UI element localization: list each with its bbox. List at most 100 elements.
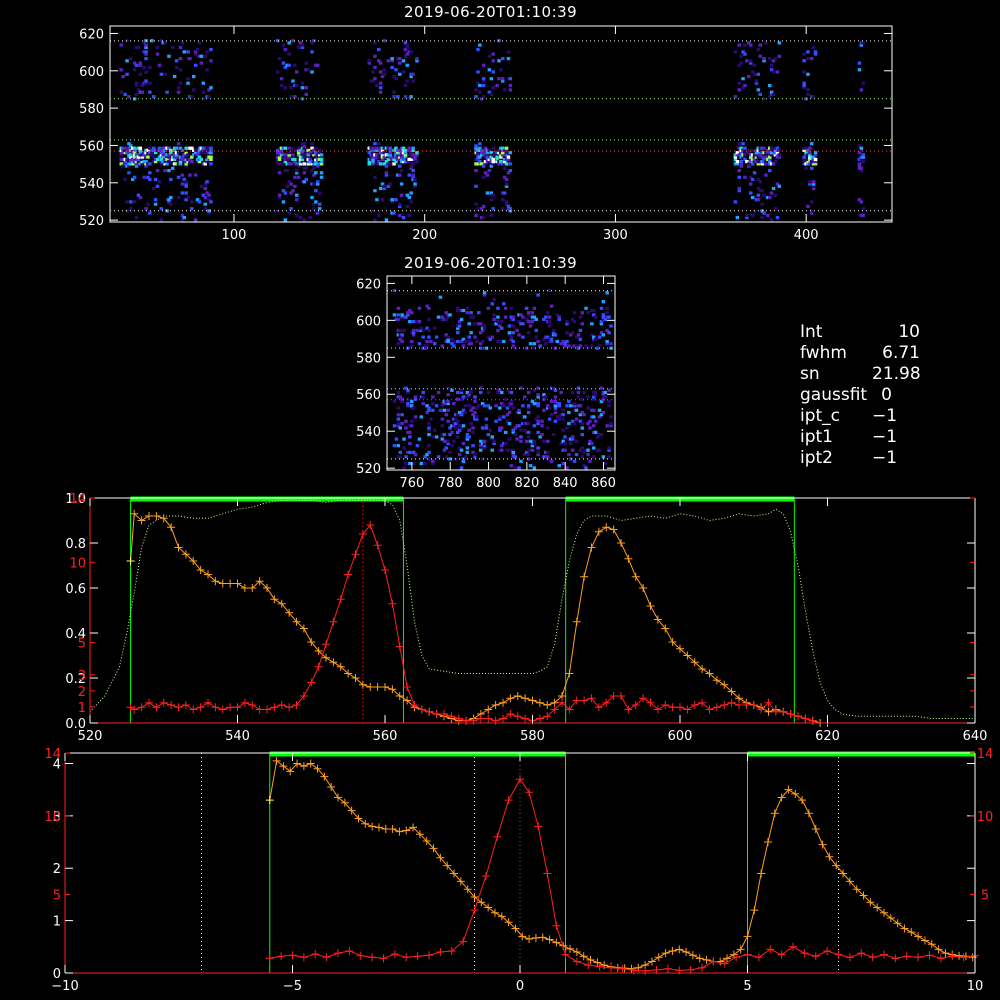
- red-data-point: [584, 961, 593, 970]
- orange-data-point: [299, 762, 308, 771]
- image-pixel: [607, 331, 611, 335]
- image-pixel: [771, 186, 776, 191]
- image-pixel: [167, 169, 171, 173]
- image-pixel: [167, 54, 171, 58]
- image-pixel: [508, 83, 513, 88]
- image-pixel: [396, 422, 401, 426]
- y2-tick-label: 1: [78, 701, 86, 716]
- image-pixel: [553, 395, 558, 399]
- image-pixel: [408, 441, 412, 446]
- image-pixel: [207, 193, 211, 197]
- image-pixel: [192, 88, 196, 92]
- image-pixel: [317, 191, 322, 195]
- red-data-point: [204, 698, 212, 707]
- x-tick-label: 560: [373, 729, 398, 744]
- image-pixel: [410, 424, 414, 428]
- image-pixel: [773, 193, 778, 197]
- image-pixel: [152, 95, 156, 99]
- image-pixel: [461, 308, 466, 313]
- image-pixel: [312, 207, 316, 211]
- info-key: ipt2: [800, 448, 833, 468]
- x-tick-label: 580: [520, 729, 545, 744]
- image-pixel: [446, 439, 450, 443]
- image-pixel: [547, 417, 552, 421]
- red-data-point: [617, 692, 625, 700]
- image-pixel: [503, 397, 508, 401]
- image-pixel: [580, 433, 584, 437]
- image-pixel: [768, 195, 772, 200]
- image-pixel: [188, 173, 192, 177]
- image-pixel: [524, 306, 529, 310]
- image-pixel: [433, 428, 437, 432]
- image-pixel: [409, 95, 413, 99]
- image-pixel: [762, 146, 766, 150]
- image-pixel: [373, 189, 377, 193]
- image-pixel: [423, 461, 427, 466]
- image-pixel: [148, 171, 152, 175]
- image-pixel: [777, 184, 782, 188]
- image-pixel: [530, 311, 535, 315]
- image-pixel: [508, 88, 513, 92]
- red-data-point: [470, 906, 479, 915]
- image-pixel: [401, 70, 406, 74]
- image-pixel: [811, 45, 816, 49]
- image-pixel: [507, 422, 512, 426]
- orange-data-point: [126, 557, 135, 565]
- zoom-spectral-image: [387, 276, 615, 470]
- image-pixel: [605, 339, 609, 344]
- image-pixel: [482, 324, 487, 328]
- image-pixel: [392, 444, 397, 448]
- image-pixel: [553, 333, 558, 337]
- image-pixel: [465, 306, 470, 310]
- image-pixel: [500, 320, 504, 324]
- orange-data-point: [226, 579, 235, 588]
- image-pixel: [287, 63, 291, 67]
- image-pixel: [605, 291, 609, 295]
- image-pixel: [277, 57, 282, 61]
- red-data-point: [469, 716, 478, 725]
- red-data-point: [265, 954, 274, 963]
- image-pixel: [519, 435, 523, 439]
- y2-tick-label-right: 14: [977, 747, 994, 762]
- image-pixel: [578, 315, 583, 319]
- image-pixel: [490, 448, 494, 452]
- orange-data-point: [586, 955, 595, 964]
- image-pixel: [291, 189, 295, 193]
- image-pixel: [396, 417, 401, 421]
- image-pixel: [377, 142, 381, 146]
- info-key: sn: [800, 364, 820, 384]
- red-data-point: [493, 832, 502, 841]
- image-pixel: [467, 335, 471, 339]
- image-pixel: [155, 169, 160, 173]
- image-pixel: [408, 435, 412, 439]
- image-pixel: [469, 342, 473, 346]
- x-tick-label: 600: [668, 729, 693, 744]
- image-pixel: [431, 395, 435, 399]
- image-pixel: [134, 216, 139, 220]
- image-pixel: [304, 61, 308, 65]
- image-pixel: [519, 459, 523, 463]
- red-data-point: [800, 949, 809, 958]
- image-pixel: [436, 455, 441, 459]
- red-data-point: [159, 698, 168, 707]
- image-pixel: [565, 466, 569, 470]
- image-pixel: [396, 390, 401, 395]
- image-pixel: [521, 404, 525, 408]
- image-pixel: [295, 198, 299, 202]
- image-pixel: [609, 324, 613, 328]
- image-pixel: [524, 439, 529, 443]
- image-pixel: [178, 57, 183, 61]
- red-data-point: [379, 954, 388, 963]
- image-pixel: [574, 408, 579, 412]
- image-pixel: [123, 146, 127, 150]
- info-value: 0: [881, 385, 892, 405]
- image-pixel: [773, 160, 778, 164]
- image-pixel: [456, 390, 460, 395]
- red-data-point: [857, 949, 866, 958]
- red-data-point: [572, 957, 581, 966]
- red-data-point: [661, 701, 670, 709]
- image-pixel: [741, 142, 745, 146]
- image-pixel: [398, 164, 402, 168]
- image-pixel: [310, 70, 314, 74]
- image-pixel: [431, 435, 435, 439]
